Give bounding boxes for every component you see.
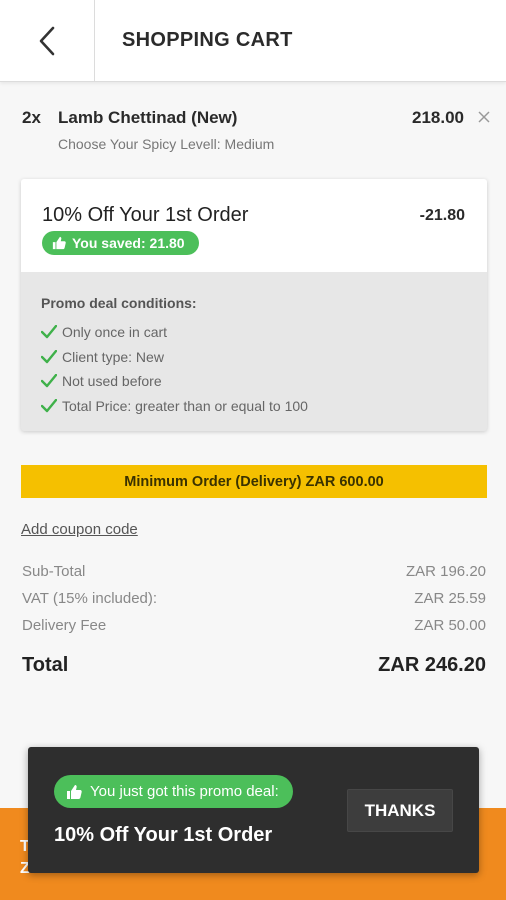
promo-toast: You just got this promo deal: 10% Off Yo… xyxy=(28,747,479,873)
delivery-fee-value: ZAR 50.00 xyxy=(414,617,486,634)
condition-item: Only once in cart xyxy=(41,320,308,345)
condition-text: Not used before xyxy=(62,373,162,390)
checkmark-icon xyxy=(41,325,57,339)
delivery-fee-label: Delivery Fee xyxy=(22,617,107,634)
condition-text: Client type: New xyxy=(62,348,164,365)
close-icon xyxy=(478,111,490,123)
total-row: Total ZAR 246.20 xyxy=(22,654,486,680)
thanks-button[interactable]: THANKS xyxy=(347,789,453,832)
item-option: Choose Your Spicy Levell: Medium xyxy=(58,136,275,152)
vat-label: VAT (15% included): xyxy=(22,590,158,607)
total-value: ZAR 246.20 xyxy=(378,654,486,676)
item-price: 218.00 xyxy=(412,108,464,127)
checkmark-icon xyxy=(41,398,57,412)
condition-text: Only once in cart xyxy=(62,324,168,341)
promo-header: 10% Off Your 1st Order -21.80 You saved:… xyxy=(21,179,487,272)
checkmark-icon xyxy=(41,374,57,388)
chevron-left-icon xyxy=(39,26,55,56)
item-name: Lamb Chettinad (New) xyxy=(58,108,238,127)
back-button[interactable] xyxy=(0,0,95,82)
thumbs-up-icon xyxy=(67,784,82,799)
conditions-list: Only once in cart Client type: New Not u… xyxy=(41,320,308,418)
totals-summary: Sub-Total ZAR 196.20 VAT (15% included):… xyxy=(22,563,486,644)
promo-discount: -21.80 xyxy=(419,207,465,224)
add-coupon-link[interactable]: Add coupon code xyxy=(21,521,138,538)
toast-promo-name: 10% Off Your 1st Order xyxy=(54,824,273,846)
app-header: SHOPPING CART xyxy=(0,0,506,82)
checkmark-icon xyxy=(41,349,57,363)
minimum-order-banner: Minimum Order (Delivery) ZAR 600.00 xyxy=(21,465,487,498)
condition-item: Total Price: greater than or equal to 10… xyxy=(41,394,308,419)
condition-text: Total Price: greater than or equal to 10… xyxy=(62,397,308,414)
condition-item: Client type: New xyxy=(41,345,308,370)
subtotal-row: Sub-Total ZAR 196.20 xyxy=(22,563,486,590)
promo-card: 10% Off Your 1st Order -21.80 You saved:… xyxy=(21,179,487,431)
conditions-title: Promo deal conditions: xyxy=(41,295,197,311)
subtotal-label: Sub-Total xyxy=(22,563,86,580)
toast-pill-text: You just got this promo deal: xyxy=(90,783,279,800)
item-quantity: 2x xyxy=(22,108,41,127)
subtotal-value: ZAR 196.20 xyxy=(405,563,486,580)
vat-row: VAT (15% included): ZAR 25.59 xyxy=(22,590,486,617)
condition-item: Not used before xyxy=(41,369,308,394)
cart-item: 2x Lamb Chettinad (New) 218.00 Choose Yo… xyxy=(22,108,492,158)
total-label: Total xyxy=(22,654,69,676)
thumbs-up-icon xyxy=(52,236,66,250)
promo-name: 10% Off Your 1st Order xyxy=(42,204,249,226)
delivery-fee-row: Delivery Fee ZAR 50.00 xyxy=(22,617,486,644)
vat-value: ZAR 25.59 xyxy=(414,590,486,607)
remove-item-button[interactable] xyxy=(476,108,492,126)
saved-text: You saved: 21.80 xyxy=(72,235,185,251)
toast-promo-badge: You just got this promo deal: xyxy=(54,775,293,808)
saved-badge: You saved: 21.80 xyxy=(42,231,199,255)
page-title: SHOPPING CART xyxy=(122,29,293,51)
